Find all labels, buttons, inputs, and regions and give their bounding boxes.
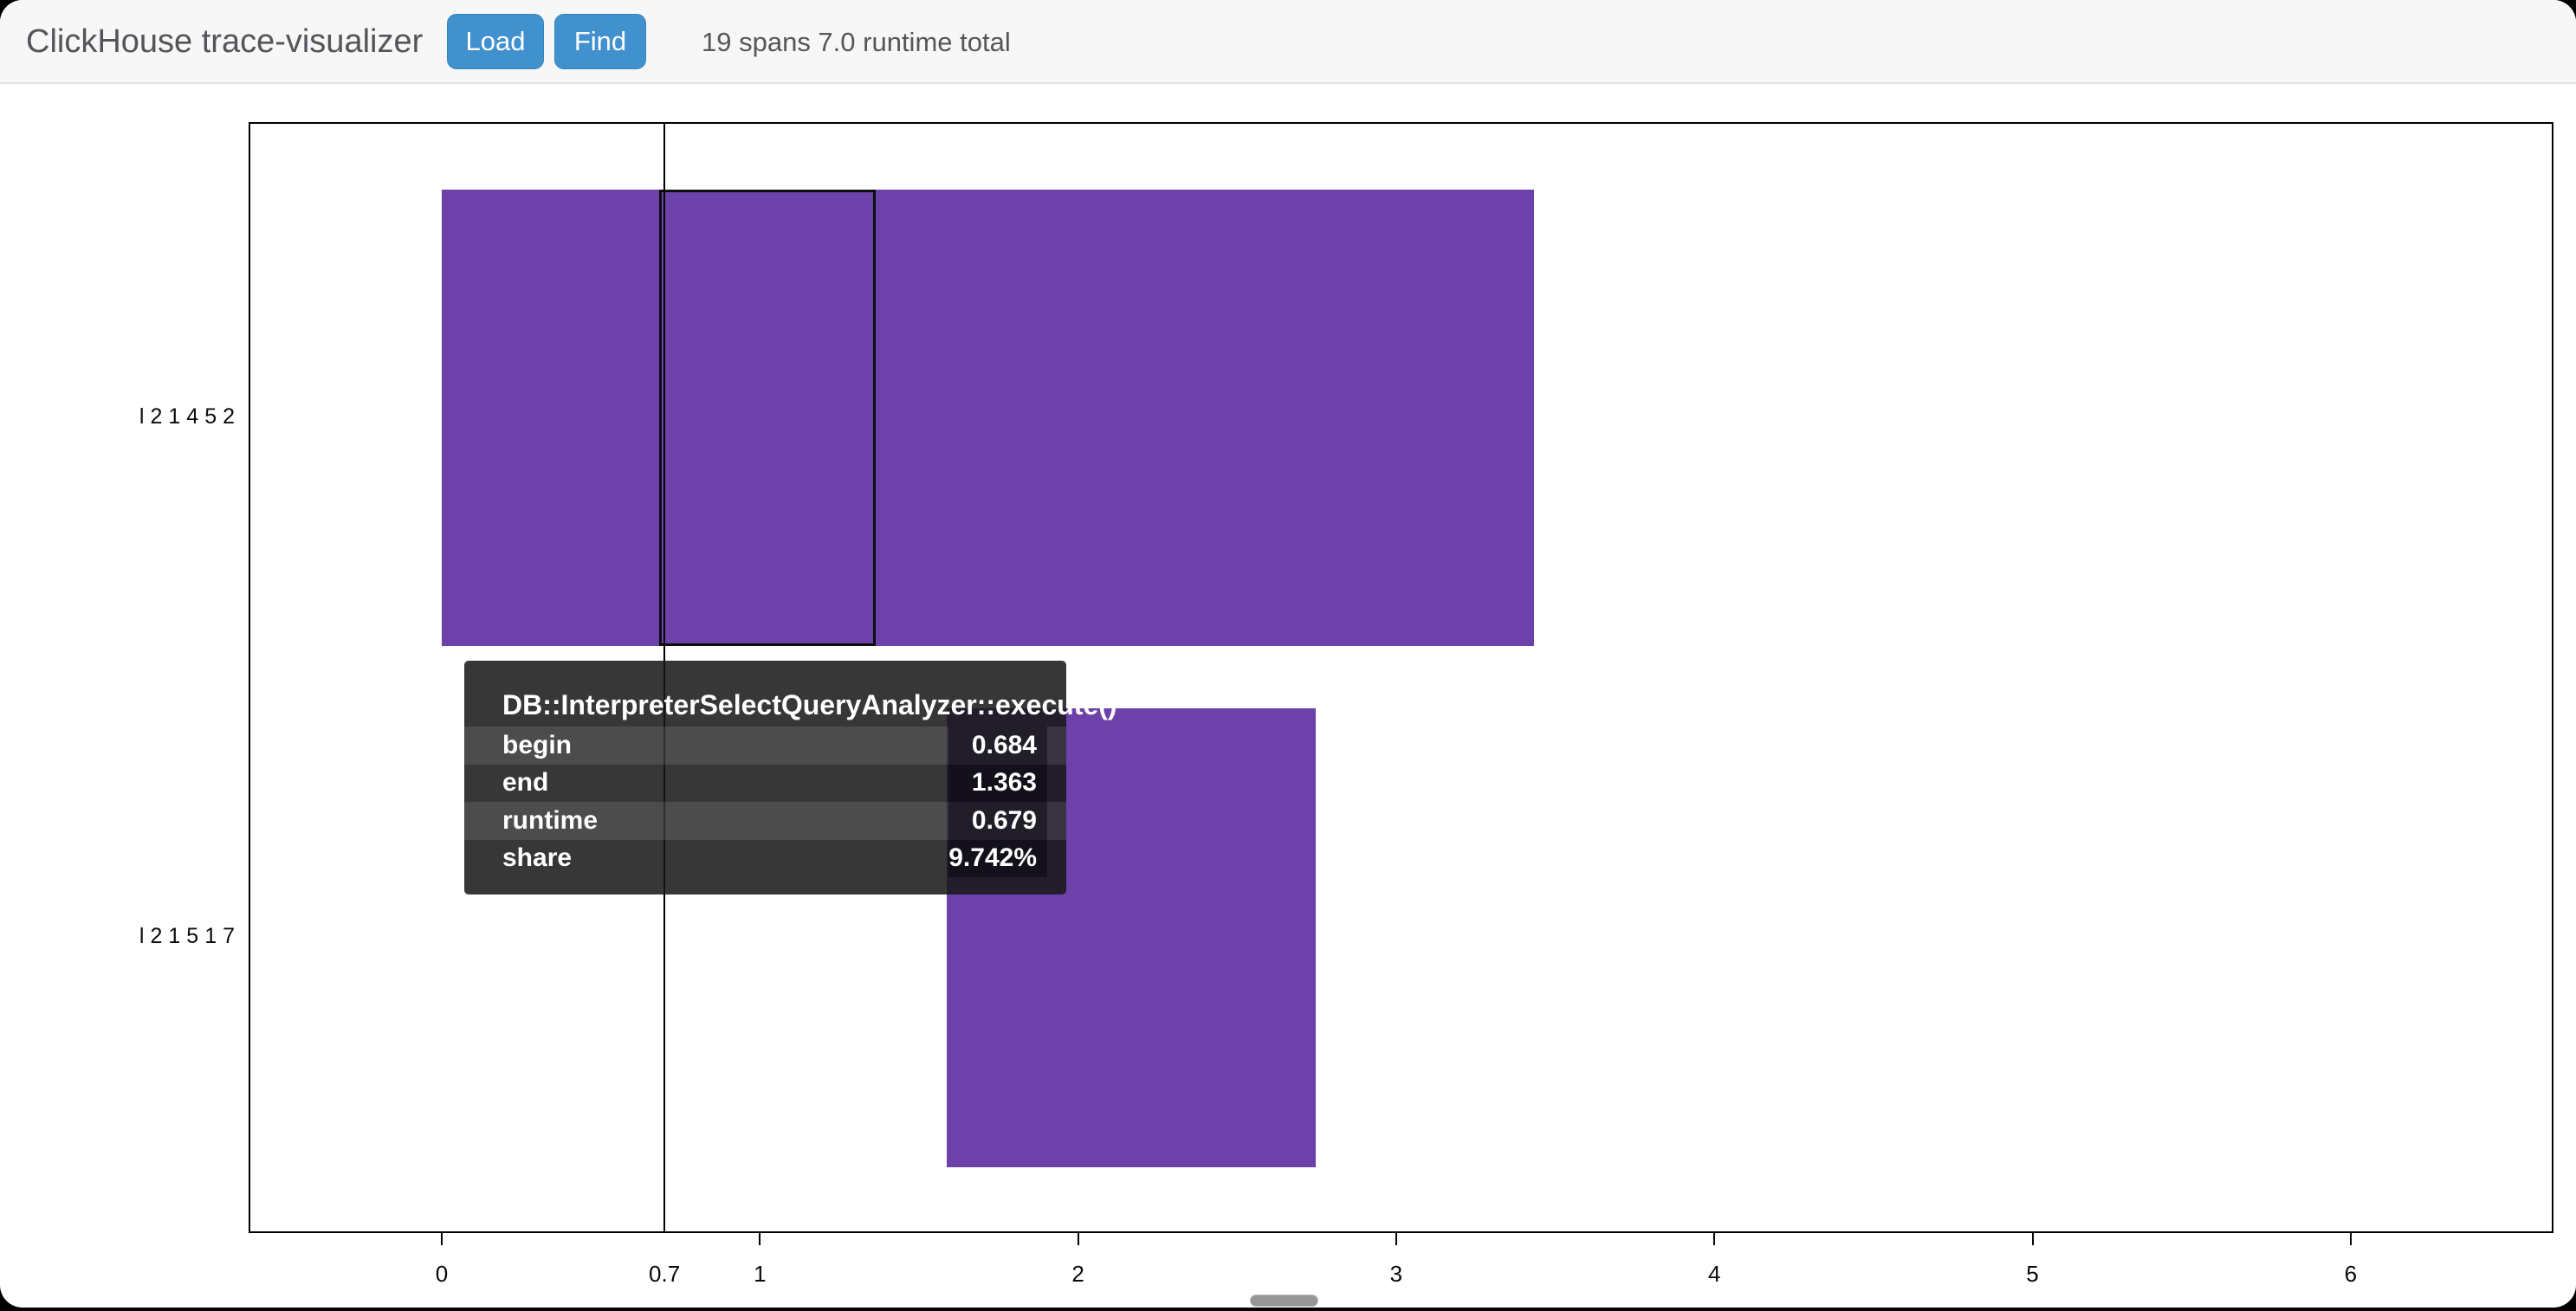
x-tick-mark <box>2350 1233 2352 1245</box>
highlighted-span[interactable] <box>659 190 875 646</box>
x-tick-mark <box>2032 1233 2034 1245</box>
x-tick-label: 1 <box>708 1261 812 1288</box>
x-tick-label: 0 <box>390 1261 494 1288</box>
span-bar[interactable] <box>947 708 1316 1167</box>
cursor-line <box>663 122 665 1233</box>
find-button[interactable]: Find <box>554 14 646 69</box>
x-tick-mark <box>1713 1233 1715 1245</box>
toolbar: ClickHouse trace-visualizer Load Find 19… <box>0 0 2576 84</box>
x-tick-mark <box>1395 1233 1397 1245</box>
x-tick-label: 5 <box>1981 1261 2085 1288</box>
horizontal-scrollbar-thumb[interactable] <box>1250 1295 1318 1307</box>
span-bar[interactable] <box>442 190 1534 646</box>
browser-window: ClickHouse trace-visualizer Load Find 19… <box>0 0 2576 1308</box>
x-tick-mark <box>1078 1233 1079 1245</box>
x-tick-label: 4 <box>1662 1261 1766 1288</box>
status-text: 19 spans 7.0 runtime total <box>702 0 1011 84</box>
x-tick-mark <box>759 1233 761 1245</box>
app-root: ClickHouse trace-visualizer Load Find 19… <box>0 0 2576 1311</box>
y-axis-label: l21517 <box>0 924 241 949</box>
x-tick-label: 3 <box>1344 1261 1448 1288</box>
y-axis-label: l21452 <box>0 404 241 429</box>
load-button[interactable]: Load <box>447 14 544 69</box>
x-tick-mark <box>441 1233 443 1245</box>
x-tick-label: 2 <box>1026 1261 1130 1288</box>
page-title: ClickHouse trace-visualizer <box>26 0 423 84</box>
x-tick-label: 6 <box>2299 1261 2403 1288</box>
x-tick-label-cursor: 0.7 <box>612 1261 716 1288</box>
